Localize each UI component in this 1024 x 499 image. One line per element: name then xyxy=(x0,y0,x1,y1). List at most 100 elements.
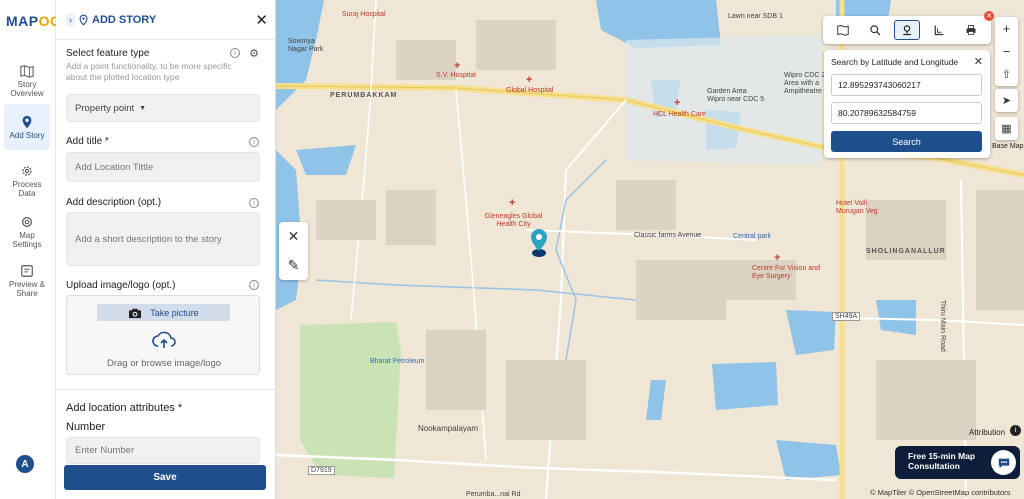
compass-north-icon[interactable]: ⇧ xyxy=(995,63,1018,86)
close-panel-button[interactable]: ✕ xyxy=(255,11,268,29)
consultation-button[interactable]: Free 15-min Map Consultation xyxy=(895,446,1020,479)
search-panel-title: Search by Latitude and Longitude xyxy=(831,57,959,67)
map-label-hcl: HCL Health Care xyxy=(653,111,707,118)
attributes-label: Add location attributes * xyxy=(66,402,183,414)
hospital-icon: + xyxy=(454,60,461,72)
map-settings-icon xyxy=(22,217,32,227)
map-label-lawn-sdb: Lawn near SDB 1 xyxy=(728,13,783,20)
zoom-controls: + − ⇧ xyxy=(995,17,1018,86)
title-input[interactable]: Add Location Tittle xyxy=(66,152,260,182)
pin-icon xyxy=(22,115,32,128)
map-book-tool-button[interactable] xyxy=(830,20,856,40)
hospital-icon: + xyxy=(674,97,681,109)
search-tool-button[interactable] xyxy=(862,20,888,40)
map-label-central-park: Central park xyxy=(733,233,772,240)
map-label-sholinganallur: SHOLINGANALLUR xyxy=(866,248,946,255)
feature-type-hint: Add a point functionality, to be more sp… xyxy=(66,61,232,82)
map-toolbar xyxy=(823,16,991,44)
map-label-perumbakkam: PERUMBAKKAM xyxy=(330,92,398,99)
map-label-sv-hospital: S.V. Hospital xyxy=(436,72,476,79)
ruler-icon xyxy=(934,25,944,36)
info-icon[interactable]: i xyxy=(1010,425,1021,436)
number-input[interactable]: Enter Number xyxy=(66,437,260,464)
latlng-tool-button[interactable] xyxy=(894,20,920,40)
rail-map-settings[interactable]: Map Settings xyxy=(4,209,50,255)
caret-down-icon: ▼ xyxy=(139,104,147,112)
draw-toolbar: ✕ ✎ xyxy=(279,222,308,280)
mapog-logo[interactable]: MAPOG xyxy=(6,13,61,29)
divider xyxy=(56,389,275,390)
map-copyright: © MapTiler © OpenStreetMap contributors xyxy=(870,488,1011,497)
gear-icon xyxy=(22,166,32,176)
number-label: Number xyxy=(66,421,106,433)
map-label-hotel-valli: Hotel Valli Murugan Veg xyxy=(836,200,878,215)
printer-icon xyxy=(966,25,976,35)
location-pin-icon xyxy=(903,25,911,36)
measure-tool-button[interactable] xyxy=(926,20,952,40)
rail-process-data[interactable]: Process Data xyxy=(4,158,50,204)
drag-browse-text: Drag or browse image/logo xyxy=(106,358,222,369)
take-picture-button[interactable]: Take picture xyxy=(97,304,230,321)
info-icon[interactable]: i xyxy=(249,198,259,208)
panel-title: ADD STORY xyxy=(92,13,157,26)
hospital-icon: + xyxy=(509,197,516,209)
rail-story-overview[interactable]: Story Overview xyxy=(4,58,50,104)
print-tool-button[interactable] xyxy=(958,20,984,40)
user-avatar[interactable]: A xyxy=(16,455,34,473)
feature-type-select[interactable]: Property point ▼ xyxy=(66,94,260,122)
panel-header: › ADD STORY ✕ xyxy=(56,0,275,40)
chevron-right-icon[interactable]: › xyxy=(66,12,75,27)
share-icon xyxy=(21,265,33,277)
map-label-global-hospital: Global Hospital xyxy=(506,87,554,94)
pencil-edit-icon[interactable]: ✎ xyxy=(279,251,308,280)
map-label-thiru-road: Thiru Main Road xyxy=(939,300,946,352)
location-marker-icon[interactable] xyxy=(529,228,549,258)
settings-gear-icon[interactable]: ⚙ xyxy=(249,47,259,60)
rail-add-story[interactable]: Add Story xyxy=(4,104,50,150)
chat-bubble-icon xyxy=(998,458,1009,468)
attribution-label[interactable]: Attribution xyxy=(969,428,1005,437)
longitude-input[interactable]: 80.20789632584759 xyxy=(831,102,982,124)
info-icon[interactable]: i xyxy=(230,48,240,58)
latitude-input[interactable]: 12.895293743060217 xyxy=(831,74,982,96)
hospital-icon: + xyxy=(526,74,533,86)
upload-dropzone[interactable]: Take picture Drag or browse image/logo xyxy=(66,295,260,375)
search-button[interactable]: Search xyxy=(831,131,982,152)
search-icon xyxy=(870,25,881,36)
map-label-perumba-rd: Perumba...nai Rd xyxy=(466,491,521,498)
map-label-d7919: D7919 xyxy=(308,466,335,475)
close-search-panel-button[interactable]: ✕ xyxy=(974,55,983,68)
zoom-in-button[interactable]: + xyxy=(995,17,1018,40)
map-book-icon xyxy=(20,65,34,78)
chat-icon[interactable] xyxy=(991,450,1016,475)
locate-arrow-icon[interactable]: ➤ xyxy=(995,89,1018,112)
camera-icon xyxy=(129,308,142,318)
hospital-icon: + xyxy=(774,252,781,264)
title-label: Add title * xyxy=(66,136,109,147)
map-label-suraj: Suraj Hospital xyxy=(342,11,386,18)
description-textarea[interactable]: Add a short description to the story xyxy=(66,212,260,266)
locate-control: ➤ xyxy=(995,89,1018,112)
latlng-search-panel: Search by Latitude and Longitude ✕ 12.89… xyxy=(824,50,990,158)
rail-preview-share[interactable]: Preview & Share xyxy=(4,258,50,304)
map-label-classic-farms: Classic farms Avenue xyxy=(634,232,702,239)
zoom-out-button[interactable]: − xyxy=(995,40,1018,63)
basemap-layers-icon[interactable]: ▦ xyxy=(995,117,1018,140)
basemap-label: Base Map xyxy=(992,143,1024,150)
info-icon[interactable]: i xyxy=(249,280,259,290)
map-label-nookampalayam: Nookampalayam xyxy=(418,424,479,433)
save-button[interactable]: Save xyxy=(64,465,266,490)
map-label-cfv: Centre For Vision and Eye Surgery xyxy=(752,265,820,280)
close-toolbar-icon[interactable]: ✕ xyxy=(984,11,994,21)
close-icon[interactable]: ✕ xyxy=(279,222,308,251)
location-pin-outline-icon xyxy=(79,14,88,26)
map-label-wipro-garden: Garden Area Wipro near CDC 5 xyxy=(707,88,765,103)
basemap-control: ▦ xyxy=(995,117,1018,140)
description-label: Add description (opt.) xyxy=(66,197,162,208)
info-icon[interactable]: i xyxy=(249,137,259,147)
map-book-icon xyxy=(837,24,849,36)
left-rail: MAPOG Story Overview Add Story Process D… xyxy=(0,0,61,499)
add-story-panel: › ADD STORY ✕ Select feature type i ⚙ Ad… xyxy=(56,0,276,499)
map-label-sowmya: Sowmya Nagar Park xyxy=(288,38,324,53)
map-label-gleneagles: Gleneagles Global Health City xyxy=(484,213,543,228)
